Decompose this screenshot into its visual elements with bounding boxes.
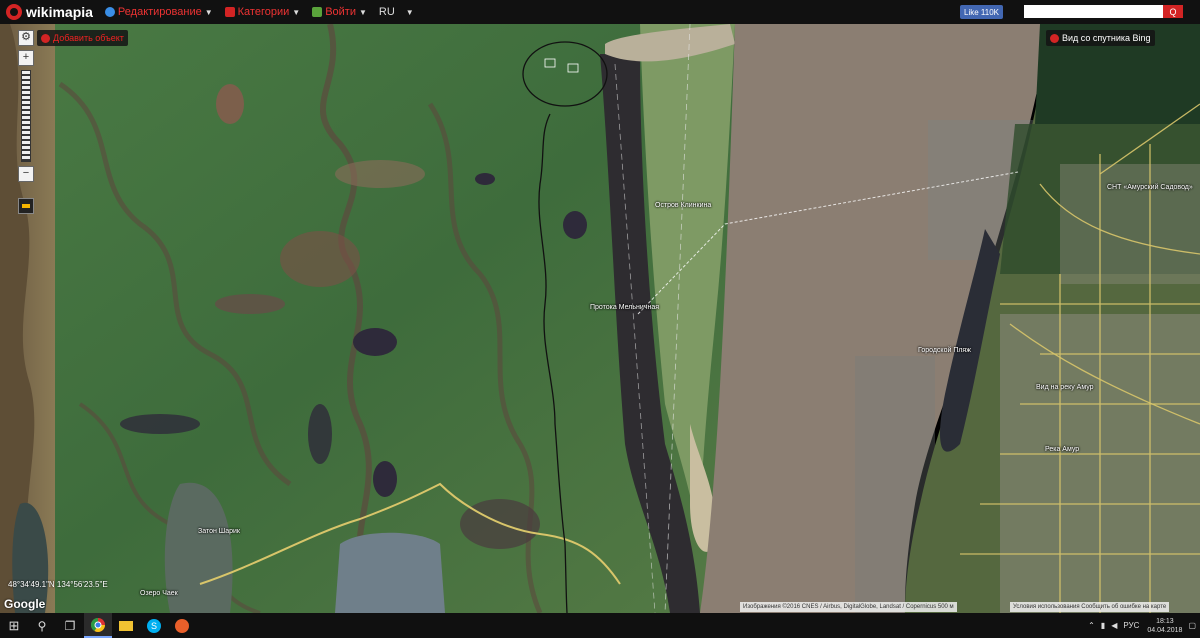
- map-label-backwater[interactable]: Затон Шарик: [198, 528, 240, 535]
- zoom-out-button[interactable]: −: [18, 166, 34, 182]
- satellite-map[interactable]: Остров Клинкина Протока Мельничная Затон…: [0, 24, 1200, 613]
- nav-login-label: Войти: [325, 6, 356, 18]
- add-object-button[interactable]: Добавить объект: [37, 30, 128, 46]
- chrome-icon[interactable]: [84, 613, 112, 638]
- map-label-river[interactable]: Река Амур: [1045, 446, 1079, 453]
- volume-icon[interactable]: ◀: [1111, 621, 1117, 630]
- map-label-channel[interactable]: Протока Мельничная: [590, 304, 659, 311]
- clock[interactable]: 18:13 04.04.2018: [1147, 617, 1182, 635]
- wikimapia-logo-icon: [6, 4, 22, 20]
- folder-icon: [224, 7, 235, 17]
- clock-date: 04.04.2018: [1147, 626, 1183, 634]
- user-icon: [312, 7, 323, 17]
- chevron-down-icon: ▼: [204, 7, 213, 17]
- language-label: RU: [378, 6, 395, 18]
- app-icon[interactable]: [168, 613, 196, 638]
- nav-editing-menu[interactable]: Редактирование ▼: [104, 6, 213, 18]
- facebook-like-button[interactable]: Like 110K: [960, 5, 1003, 19]
- map-label-garden[interactable]: СНТ «Амурский Садовод»: [1107, 184, 1193, 191]
- tray-language[interactable]: РУС: [1123, 621, 1139, 630]
- satellite-view-label: Вид со спутника Bing: [1062, 33, 1151, 43]
- top-navigation-bar: wikimapia Редактирование ▼ Категории ▼ В…: [0, 0, 1200, 24]
- search-taskbar-icon[interactable]: ⚲: [28, 613, 56, 638]
- map-terms-links[interactable]: Условия использования Сообщить об ошибке…: [1010, 602, 1170, 612]
- settings-icon[interactable]: ⚙: [18, 30, 34, 46]
- map-attribution: Изображения ©2016 CNES / Airbus, Digital…: [740, 602, 957, 612]
- network-icon[interactable]: ▮: [1101, 621, 1105, 630]
- add-object-icon: [41, 33, 50, 43]
- chevron-down-icon: ▼: [358, 7, 367, 17]
- map-label-lake[interactable]: Озеро Чаек: [140, 590, 178, 597]
- globe-icon: [104, 7, 115, 17]
- nav-categories-menu[interactable]: Категории ▼: [224, 6, 301, 18]
- folder-icon: [119, 620, 133, 631]
- chevron-down-icon: ▼: [292, 7, 301, 17]
- clock-time: 18:13: [1156, 617, 1174, 625]
- satellite-view-button[interactable]: Вид со спутника Bing: [1046, 30, 1155, 46]
- system-tray: ⌃ ▮ ◀ РУС 18:13 04.04.2018 ▢: [1082, 613, 1196, 638]
- chevron-up-icon[interactable]: ⌃: [1088, 621, 1095, 630]
- cursor-coordinates: 48°34'49.1"N 134°56'23.5"E: [8, 580, 108, 589]
- map-label-river-view[interactable]: Вид на реку Амур: [1036, 384, 1094, 391]
- file-explorer-icon[interactable]: [112, 613, 140, 638]
- chevron-down-icon: ▼: [405, 7, 414, 17]
- google-logo: Google: [4, 597, 46, 611]
- zoom-in-button[interactable]: +: [18, 50, 34, 66]
- zoom-control: ⚙ + −: [17, 30, 35, 214]
- app-logo-icon: [175, 618, 189, 633]
- windows-taskbar: ⊞ ⚲ ❐ S ⌃ ▮ ◀ РУС 18:13 04.04.2018 ▢: [0, 613, 1200, 638]
- wikimapia-logo[interactable]: wikimapia: [6, 4, 93, 20]
- nav-editing-label: Редактирование: [117, 6, 202, 18]
- skype-icon[interactable]: S: [140, 613, 168, 638]
- nav-categories-label: Категории: [237, 6, 290, 18]
- nav-login-menu[interactable]: Войти ▼: [312, 6, 367, 18]
- language-select[interactable]: RU ▼: [379, 6, 414, 18]
- search-icon: Q: [1169, 6, 1177, 17]
- windows-start-icon[interactable]: ⊞: [0, 613, 28, 638]
- add-object-label: Добавить объект: [53, 33, 124, 43]
- zoom-slider[interactable]: [21, 70, 31, 162]
- chrome-logo-icon: [91, 617, 105, 632]
- layers-icon[interactable]: [18, 198, 34, 214]
- satellite-icon: [1050, 33, 1059, 43]
- notifications-icon[interactable]: ▢: [1188, 621, 1196, 630]
- skype-logo-icon: S: [147, 618, 161, 633]
- satellite-imagery: [0, 24, 1200, 613]
- map-label-island[interactable]: Остров Клинкина: [655, 202, 711, 209]
- search-input[interactable]: [1024, 5, 1172, 18]
- map-label-beach[interactable]: Городской Пляж: [918, 347, 971, 354]
- task-view-icon[interactable]: ❐: [56, 613, 84, 638]
- logo-text: wikimapia: [26, 4, 93, 20]
- search-button[interactable]: Q: [1163, 5, 1183, 18]
